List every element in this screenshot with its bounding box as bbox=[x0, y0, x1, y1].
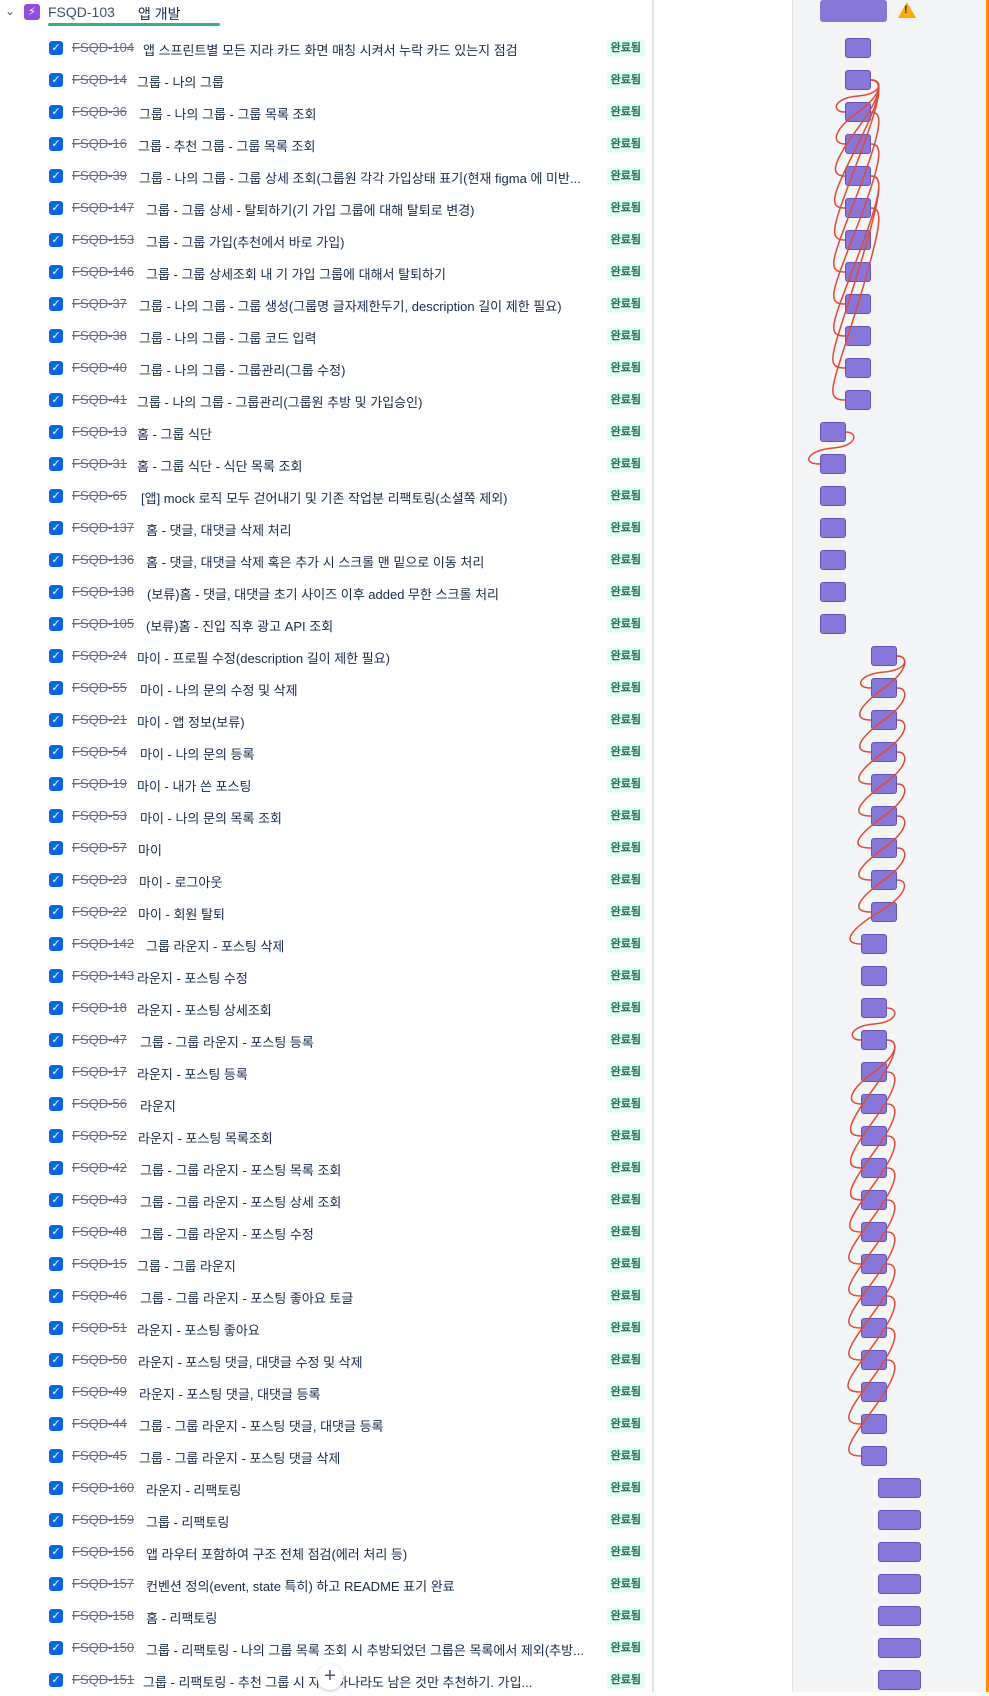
dependency-line[interactable] bbox=[859, 655, 906, 689]
dependency-line[interactable] bbox=[848, 1167, 896, 1265]
dependency-lines bbox=[807, 79, 906, 1457]
dependency-line[interactable] bbox=[833, 111, 880, 273]
dependency-line[interactable] bbox=[848, 1199, 896, 1297]
dependency-line[interactable] bbox=[848, 1327, 896, 1425]
dependency-line[interactable] bbox=[847, 1295, 896, 1393]
dependency-line[interactable] bbox=[848, 1359, 896, 1457]
dependency-line[interactable] bbox=[807, 431, 855, 465]
dependency-line[interactable] bbox=[848, 1231, 896, 1329]
dependency-line[interactable] bbox=[851, 1007, 896, 1041]
dependency-line[interactable] bbox=[848, 1263, 896, 1361]
dependency-line[interactable] bbox=[849, 879, 906, 945]
